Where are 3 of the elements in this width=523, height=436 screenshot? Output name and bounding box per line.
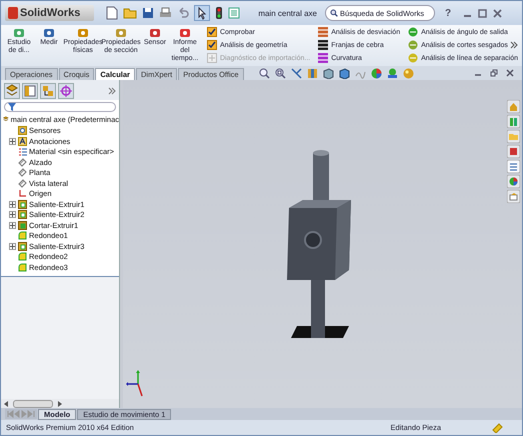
window-title: main central axe — [258, 8, 318, 18]
help-button[interactable]: ? — [445, 8, 452, 18]
app-logo[interactable]: SolidWorks — [5, 5, 94, 21]
